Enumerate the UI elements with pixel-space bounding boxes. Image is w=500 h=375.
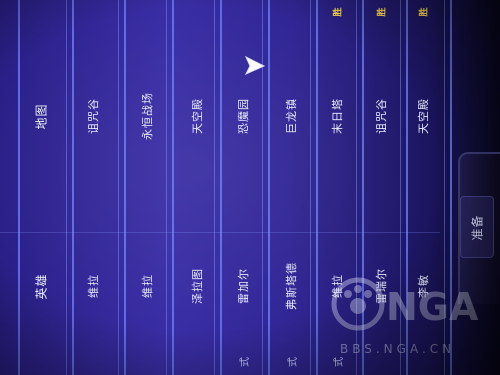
truncated-label: 式: [287, 355, 299, 367]
column-divider: [268, 0, 270, 375]
row-map: 天空殿: [191, 98, 204, 134]
nga-logo: NGA: [331, 277, 479, 331]
row-hero: 雷加尔: [237, 268, 250, 304]
header-hero: 英雄: [34, 272, 49, 300]
column-divider: [316, 0, 318, 375]
row-map: 天空殿: [417, 98, 430, 134]
column-divider: [166, 0, 167, 375]
row-map: 巨龙镇: [285, 98, 298, 134]
result-badge: 胜: [419, 5, 430, 17]
svg-text:NGA: NGA: [386, 285, 479, 329]
header-map: 地图: [34, 102, 49, 130]
truncated-label: 式: [239, 355, 251, 367]
column-divider: [72, 0, 74, 375]
row-hero: 维拉: [87, 274, 100, 298]
mouse-cursor-icon: [244, 55, 266, 76]
row-hero: 弗斯塔德: [285, 262, 298, 310]
row-map: 诅咒谷: [375, 98, 388, 134]
ready-button[interactable]: 准备: [460, 196, 494, 258]
screen: 地图 英雄 诅咒谷 维拉 永恒战场 维拉 天空殿 泽拉图 恐魔园 雷加尔 巨龙镇…: [0, 0, 500, 375]
row-map: 末日塔: [331, 98, 344, 134]
row-hero: 泽拉图: [191, 268, 204, 304]
column-divider: [66, 0, 67, 375]
column-divider: [220, 0, 222, 375]
row-hero: 维拉: [141, 274, 154, 298]
watermark-url: BBS.NGA.CN: [340, 342, 456, 356]
column-divider: [310, 0, 311, 375]
column-divider: [18, 0, 20, 375]
result-badge: 胜: [333, 5, 344, 17]
column-divider: [172, 0, 174, 375]
row-map: 诅咒谷: [87, 98, 100, 134]
row-map: 永恒战场: [141, 92, 154, 140]
row-map: 恐魔园: [237, 98, 250, 134]
column-divider: [118, 0, 119, 375]
column-divider: [214, 0, 215, 375]
section-divider: [0, 232, 440, 233]
result-badge: 胜: [377, 5, 388, 17]
column-divider: [124, 0, 126, 375]
